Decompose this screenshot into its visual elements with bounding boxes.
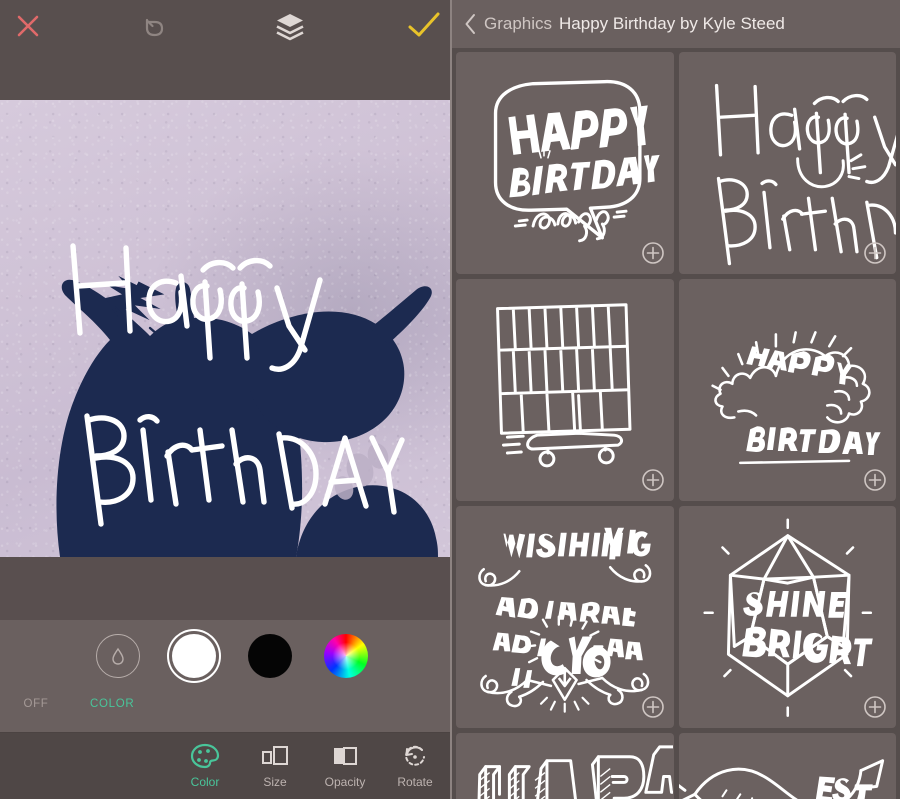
handwritten-artwork (714, 83, 896, 266)
photo-editor-panel: OFF COLOR Color Size Opacity Rotate (0, 0, 450, 799)
swatch-white[interactable] (172, 634, 216, 678)
tool-label-opacity: Opacity (324, 775, 366, 789)
page-title: Happy Birthday by Kyle Steed (559, 14, 785, 33)
graphic-tile-shine-bright[interactable] (678, 506, 896, 728)
chevron-left-icon[interactable] (464, 13, 477, 35)
palette-icon (190, 743, 220, 769)
tool-rotate[interactable]: Rotate (380, 743, 450, 789)
graphic-tile-wishing-you[interactable] (456, 506, 674, 728)
swatch-label-wheel (242, 698, 286, 710)
speech-bubble-artwork (493, 79, 660, 243)
editor-topbar (0, 0, 450, 100)
color-swatch-labels: OFF COLOR (0, 698, 450, 710)
add-graphic-button[interactable] (641, 695, 665, 719)
skateboard-artwork (496, 303, 632, 468)
opacity-icon (334, 747, 357, 765)
graphic-tile-speech-bubble[interactable] (456, 52, 674, 274)
rotate-icon (405, 745, 425, 766)
swatch-off-droplet[interactable] (96, 634, 140, 678)
size-icon (262, 746, 288, 765)
swatch-color-wheel[interactable] (324, 634, 368, 678)
photo-canvas[interactable] (0, 100, 450, 557)
color-swatch-row (82, 634, 368, 678)
add-graphic-button[interactable] (641, 468, 665, 492)
add-graphic-button[interactable] (641, 241, 665, 265)
tool-label-color: Color (190, 775, 220, 789)
happy-3d-artwork (477, 745, 674, 799)
tool-label-rotate: Rotate (397, 775, 433, 789)
swatch-black[interactable] (248, 634, 292, 678)
tool-color[interactable]: Color (170, 743, 240, 789)
graphic-tile-happy-3d[interactable] (456, 733, 674, 799)
tool-label-size: Size (263, 775, 287, 789)
checkmark-icon[interactable] (402, 6, 446, 46)
graphics-header: Graphics Happy Birthday by Kyle Steed (452, 0, 900, 48)
add-graphic-button[interactable] (863, 695, 887, 719)
undo-arrow-icon[interactable] (135, 6, 175, 46)
color-swatch-panel: OFF COLOR (0, 620, 450, 732)
shine-bright-gem-artwork (702, 518, 873, 717)
graphic-tile-handwritten[interactable] (678, 52, 896, 274)
droplet-icon (112, 647, 124, 665)
swatch-label-color: COLOR (90, 698, 135, 710)
photo-text-overlay[interactable] (0, 100, 450, 557)
wishing-you-artwork (478, 527, 652, 713)
editor-toolbar: Color Size Opacity Rotate (0, 733, 450, 799)
graphic-tile-clouds[interactable] (678, 279, 896, 501)
graphic-tile-ribbon[interactable] (678, 733, 896, 799)
clouds-sunburst-artwork (710, 331, 881, 465)
close-x-icon[interactable] (8, 6, 48, 46)
swatch-label-black (166, 698, 210, 710)
canvas-spacer (0, 557, 450, 620)
ribbon-banner-artwork (678, 759, 884, 799)
breadcrumb[interactable]: Graphics (484, 14, 552, 34)
tool-size[interactable]: Size (240, 743, 310, 789)
swatch-label-off: OFF (23, 698, 49, 710)
app-root: OFF COLOR Color Size Opacity Rotate Grap… (0, 0, 900, 799)
graphic-tile-skateboard[interactable] (456, 279, 674, 501)
tool-opacity[interactable]: Opacity (310, 743, 380, 789)
add-graphic-button[interactable] (863, 468, 887, 492)
add-graphic-button[interactable] (863, 241, 887, 265)
graphics-grid (452, 48, 900, 799)
layers-stack-icon[interactable] (270, 6, 310, 46)
graphics-panel: Graphics Happy Birthday by Kyle Steed (452, 0, 900, 799)
